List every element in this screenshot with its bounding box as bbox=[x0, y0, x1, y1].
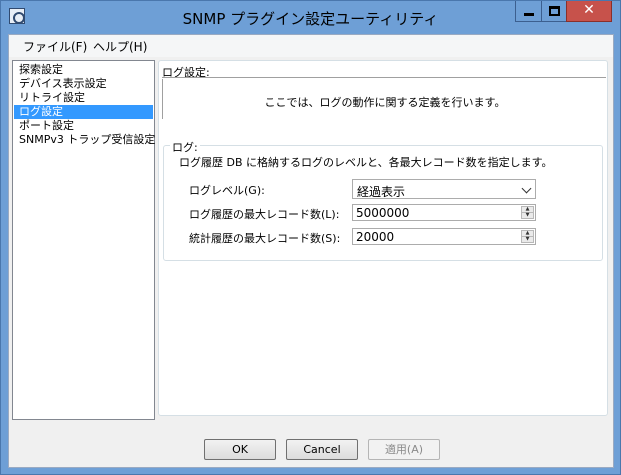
max-history-value: 5000000 bbox=[356, 206, 410, 220]
group-description: ログ履歴 DB に格納するログのレベルと、各最大レコード数を指定します。 bbox=[179, 156, 553, 169]
log-group: ログ: ログ履歴 DB に格納するログのレベルと、各最大レコード数を指定します。… bbox=[163, 139, 603, 261]
group-label: ログ: bbox=[170, 139, 200, 155]
settings-nav-list[interactable]: 探索設定 デバイス表示設定 リトライ設定 ログ設定 ポート設定 SNMPv3 ト… bbox=[12, 60, 155, 420]
max-stats-label: 統計履歴の最大レコード数(S): bbox=[189, 232, 341, 245]
client-area: ファイル(F) ヘルプ(H) 探索設定 デバイス表示設定 リトライ設定 ログ設定… bbox=[8, 34, 614, 468]
settings-panel: ログ設定: ここでは、ログの動作に関する定義を行います。 ログ: ログ履歴 DB… bbox=[158, 60, 608, 416]
nav-item-snmpv3-trap[interactable]: SNMPv3 トラップ受信設定 bbox=[14, 133, 155, 147]
menu-help[interactable]: ヘルプ(H) bbox=[93, 38, 147, 55]
description-box: ここでは、ログの動作に関する定義を行います。 bbox=[162, 79, 606, 119]
log-level-value: 経過表示 bbox=[357, 185, 406, 199]
app-window: SNMP プラグイン設定ユーティリティ ✕ ファイル(F) ヘルプ(H) 探索設… bbox=[0, 0, 621, 475]
max-stats-spinner[interactable]: ▲ ▼ bbox=[521, 230, 534, 243]
nav-item-log[interactable]: ログ設定 bbox=[14, 105, 153, 119]
max-history-spinner[interactable]: ▲ ▼ bbox=[521, 206, 534, 219]
section-divider bbox=[162, 77, 606, 78]
nav-item-retry[interactable]: リトライ設定 bbox=[14, 91, 153, 105]
log-level-label: ログレベル(G): bbox=[189, 184, 265, 197]
apply-button[interactable]: 適用(A) bbox=[368, 439, 440, 460]
max-history-label: ログ履歴の最大レコード数(L): bbox=[189, 208, 340, 221]
close-button[interactable]: ✕ bbox=[566, 1, 612, 22]
title-bar[interactable]: SNMP プラグイン設定ユーティリティ ✕ bbox=[1, 1, 620, 34]
chevron-down-icon bbox=[521, 183, 532, 194]
close-icon: ✕ bbox=[583, 2, 595, 18]
minimize-button[interactable] bbox=[515, 1, 542, 22]
max-history-input[interactable]: 5000000 ▲ ▼ bbox=[352, 204, 536, 221]
max-stats-input[interactable]: 20000 ▲ ▼ bbox=[352, 228, 536, 245]
ok-button[interactable]: OK bbox=[204, 439, 276, 460]
nav-item-device-display[interactable]: デバイス表示設定 bbox=[14, 77, 153, 91]
spin-down-icon[interactable]: ▼ bbox=[521, 212, 534, 219]
maximize-icon bbox=[549, 6, 560, 16]
maximize-button[interactable] bbox=[541, 1, 567, 22]
section-description: ここでは、ログの動作に関する定義を行います。 bbox=[264, 96, 506, 109]
nav-item-discovery[interactable]: 探索設定 bbox=[14, 63, 153, 77]
minimize-icon bbox=[524, 13, 534, 16]
menu-bar: ファイル(F) ヘルプ(H) bbox=[9, 35, 613, 57]
cancel-button[interactable]: Cancel bbox=[286, 439, 358, 460]
max-stats-value: 20000 bbox=[356, 230, 395, 244]
spin-down-icon[interactable]: ▼ bbox=[521, 236, 534, 243]
nav-item-port[interactable]: ポート設定 bbox=[14, 119, 153, 133]
log-level-select[interactable]: 経過表示 bbox=[352, 179, 536, 199]
menu-file[interactable]: ファイル(F) bbox=[23, 38, 87, 55]
